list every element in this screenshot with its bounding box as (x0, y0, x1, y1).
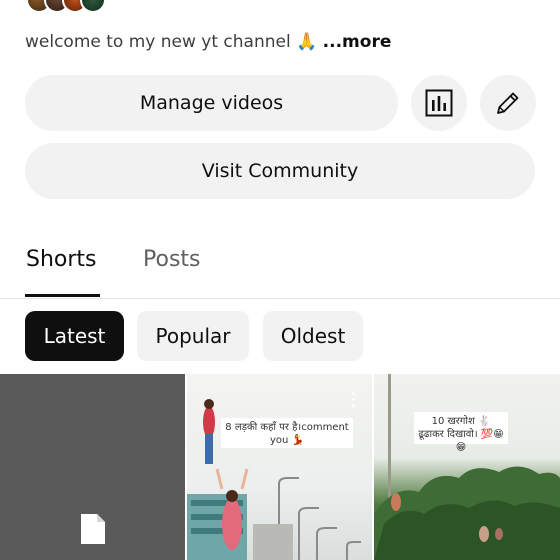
short-scene-image (374, 374, 560, 560)
channel-tabs: Shorts Posts (0, 235, 560, 299)
visit-community-button[interactable]: Visit Community (25, 143, 535, 199)
short-scene-image (187, 399, 361, 560)
avatar (80, 0, 106, 13)
short-thumbnail[interactable] (0, 374, 185, 560)
short-thumbnail[interactable]: 10 खरगोश 🐇 ढूढाकर दिखावो। 💯😁😁 (374, 374, 560, 560)
tab-posts[interactable]: Posts (143, 247, 201, 272)
filter-chip-oldest[interactable]: Oldest (263, 311, 363, 361)
pencil-icon (497, 92, 519, 114)
short-thumbnail[interactable]: 8 लड़की कहाँ पर है।comment you 💃 (187, 374, 372, 560)
analytics-icon (425, 89, 453, 117)
channel-description[interactable]: welcome to my new yt channel 🙏 ...more (25, 32, 391, 52)
tab-selected-indicator (25, 294, 100, 297)
file-icon (81, 514, 105, 544)
more-link[interactable]: ...more (323, 32, 392, 52)
chip-label: Latest (43, 324, 106, 348)
manage-videos-label: Manage videos (139, 92, 284, 114)
subscriber-avatars (26, 0, 106, 14)
short-caption: 10 खरगोश 🐇 ढूढाकर दिखावो। 💯😁😁 (414, 412, 508, 453)
visit-community-label: Visit Community (201, 160, 359, 182)
edit-channel-button[interactable] (480, 75, 536, 131)
analytics-button[interactable] (411, 75, 467, 131)
chip-label: Oldest (280, 324, 346, 348)
short-caption: 8 लड़की कहाँ पर है।comment you 💃 (221, 418, 353, 448)
filter-chip-latest[interactable]: Latest (25, 311, 124, 361)
chip-label: Popular (155, 324, 231, 348)
manage-videos-button[interactable]: Manage videos (25, 75, 398, 131)
filter-chip-popular[interactable]: Popular (137, 311, 249, 361)
tab-shorts[interactable]: Shorts (26, 247, 97, 272)
more-options-icon[interactable] (352, 392, 356, 410)
description-text: welcome to my new yt channel 🙏 (25, 32, 323, 52)
